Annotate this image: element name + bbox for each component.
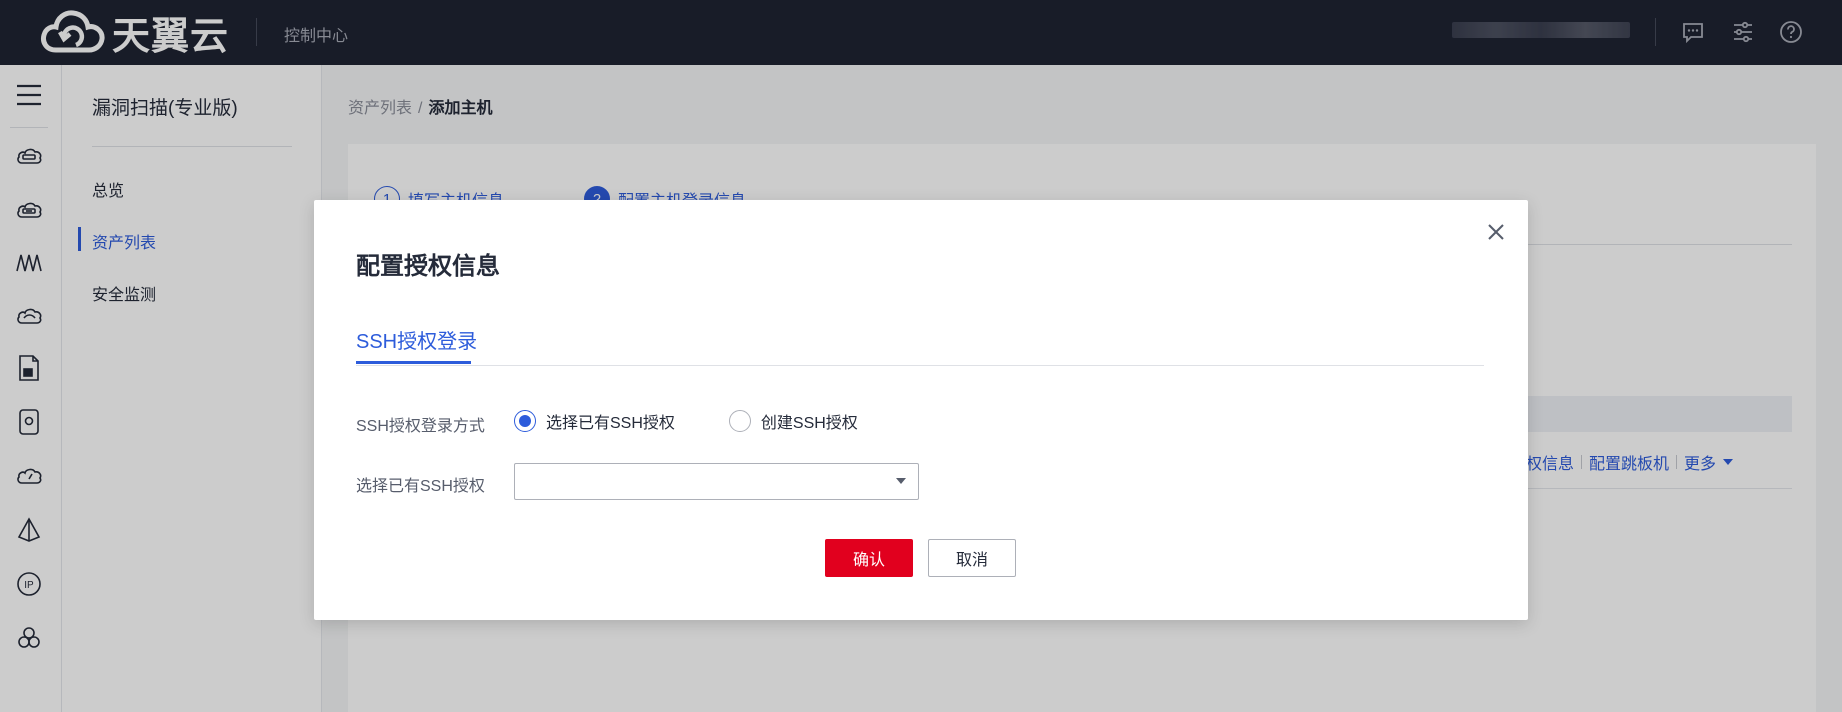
radio-label: 选择已有SSH授权 [546, 415, 675, 432]
ssh-method-radio-group: 选择已有SSH授权 创建SSH授权 [514, 409, 858, 433]
ssh-auth-select[interactable] [514, 463, 919, 500]
tab-ssh-login[interactable]: SSH授权登录 [356, 325, 477, 364]
dialog-tabs: SSH授权登录 [356, 325, 1484, 366]
radio-label: 创建SSH授权 [760, 415, 858, 432]
ssh-method-label: SSH授权登录方式 [356, 418, 485, 435]
cancel-button[interactable]: 取消 [928, 539, 1016, 577]
ssh-select-label: 选择已有SSH授权 [356, 478, 485, 495]
confirm-button[interactable]: 确认 [825, 539, 913, 577]
radio-existing-ssh[interactable]: 选择已有SSH授权 [514, 409, 675, 433]
dialog-title: 配置授权信息 [356, 253, 500, 280]
tab-active-indicator [356, 361, 471, 364]
config-auth-dialog: 配置授权信息 SSH授权登录 SSH授权登录方式 选择已有SSH授权 创建SSH… [314, 200, 1528, 620]
dropdown-arrow-icon[interactable] [896, 478, 906, 484]
radio-checked-icon[interactable] [514, 410, 536, 432]
radio-create-ssh[interactable]: 创建SSH授权 [728, 409, 858, 433]
radio-unchecked-icon[interactable] [728, 410, 751, 432]
close-icon[interactable] [1484, 220, 1508, 244]
